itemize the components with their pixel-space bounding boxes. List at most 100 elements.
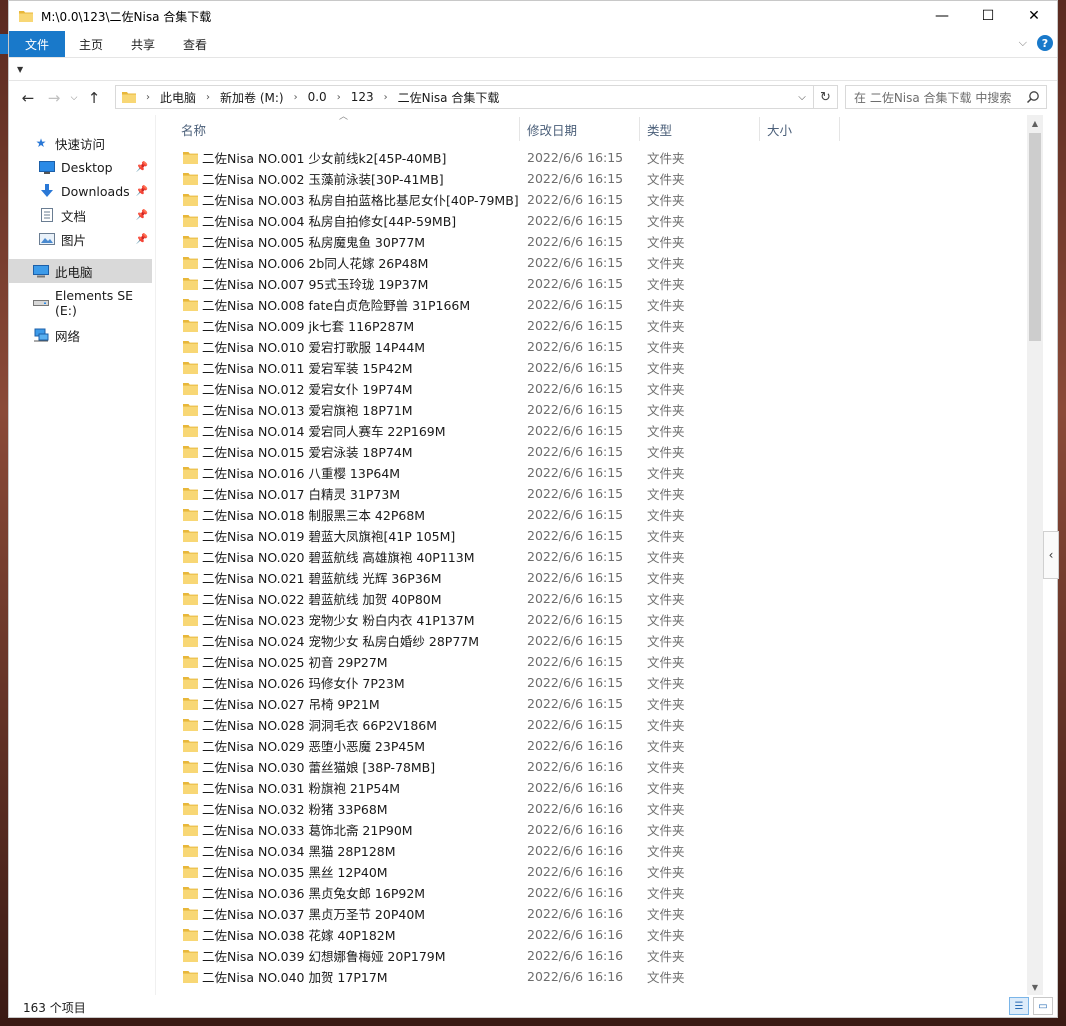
file-type: 文件夹 [647,949,685,964]
nav-item-label: 图片 [61,232,87,248]
breadcrumb-this-pc[interactable]: 此电脑 [160,89,196,106]
chevron-left-icon[interactable]: ‹ [1043,531,1059,579]
nav-this-pc[interactable]: 此电脑 [9,259,152,283]
search-input[interactable]: 在 二佐Nisa 合集下载 中搜索 [845,85,1047,109]
table-row[interactable]: 二佐Nisa NO.003 私房自拍蓝格比基尼女仆[40P-79MB] 2022/… [163,189,1027,210]
table-row[interactable]: 二佐Nisa NO.039 幻想娜鲁梅娅 20P179M 2022/6/6 16:… [163,945,1027,966]
column-header-size[interactable]: 大小 [759,115,792,143]
close-button[interactable]: ✕ [1011,1,1057,31]
large-icons-view-icon[interactable]: ▭ [1033,997,1053,1015]
table-row[interactable]: 二佐Nisa NO.028 洞洞毛衣 66P2V186M 2022/6/6 16:… [163,714,1027,735]
table-row[interactable]: 二佐Nisa NO.005 私房魔鬼鱼 30P77M 2022/6/6 16:15… [163,231,1027,252]
pane-divider[interactable] [155,115,156,995]
table-row[interactable]: 二佐Nisa NO.022 碧蓝航线 加贺 40P80M 2022/6/6 16:… [163,588,1027,609]
table-row[interactable]: 二佐Nisa NO.010 爱宕打歌服 14P44M 2022/6/6 16:15… [163,336,1027,357]
tab-file[interactable]: 文件 [9,31,66,57]
forward-icon[interactable]: → [41,85,67,111]
breadcrumb-separator-icon[interactable]: › [294,92,298,103]
nav-quick-access[interactable]: ★ 快速访问 [9,131,152,155]
breadcrumb-separator-icon[interactable]: › [206,92,210,103]
breadcrumb-drive[interactable]: 新加卷 (M:) [220,89,284,106]
expand-ribbon-icon[interactable]: ⌵ [1019,36,1027,50]
breadcrumb-folder-123[interactable]: 123 [351,90,374,104]
table-row[interactable]: 二佐Nisa NO.023 宠物少女 粉白内衣 41P137M 2022/6/6 … [163,609,1027,630]
minimize-button[interactable]: — [919,1,965,31]
table-row[interactable]: 二佐Nisa NO.037 黑贞万圣节 20P40M 2022/6/6 16:16… [163,903,1027,924]
table-row[interactable]: 二佐Nisa NO.012 爱宕女仆 19P74M 2022/6/6 16:15 文… [163,378,1027,399]
nav-item-documents[interactable]: 文档 📌 [9,203,152,227]
up-icon[interactable]: ↑ [81,85,107,111]
scroll-down-icon[interactable]: ▼ [1027,979,1043,995]
table-row[interactable]: 二佐Nisa NO.036 黑贞兔女郎 16P92M 2022/6/6 16:16… [163,882,1027,903]
column-header-type[interactable]: 类型 [639,115,672,143]
table-row[interactable]: 二佐Nisa NO.034 黑猫 28P128M 2022/6/6 16:16 文件… [163,840,1027,861]
scrollbar-thumb[interactable] [1029,133,1041,341]
help-icon[interactable]: ? [1037,35,1053,51]
table-row[interactable]: 二佐Nisa NO.006 2b同人花嫁 26P48M 2022/6/6 16:1… [163,252,1027,273]
address-bar[interactable]: › 此电脑 › 新加卷 (M:) › 0.0 › 123 › 二佐Nisa 合集… [115,85,838,109]
breadcrumb-current-folder[interactable]: 二佐Nisa 合集下载 [398,89,500,106]
window-title: M:\0.0\123\二佐Nisa 合集下载 [41,9,212,24]
table-row[interactable]: 二佐Nisa NO.016 八重樱 13P64M 2022/6/6 16:15 文件… [163,462,1027,483]
nav-item-desktop[interactable]: Desktop 📌 [9,155,152,179]
address-dropdown-icon[interactable]: ⌵ [793,86,811,108]
vertical-scrollbar[interactable]: ▲ ▼ [1027,115,1043,995]
table-row[interactable]: 二佐Nisa NO.035 黑丝 12P40M 2022/6/6 16:16 文件夹 [163,861,1027,882]
table-row[interactable]: 二佐Nisa NO.033 葛饰北斋 21P90M 2022/6/6 16:16 文… [163,819,1027,840]
folder-icon [183,487,198,500]
table-row[interactable]: 二佐Nisa NO.027 吊椅 9P21M 2022/6/6 16:15 文件夹 [163,693,1027,714]
table-row[interactable]: 二佐Nisa NO.018 制服黑三本 42P68M 2022/6/6 16:15… [163,504,1027,525]
table-row[interactable]: 二佐Nisa NO.015 爱宕泳装 18P74M 2022/6/6 16:15 文… [163,441,1027,462]
back-icon[interactable]: ← [15,85,41,111]
search-icon[interactable] [1026,90,1040,104]
file-date: 2022/6/6 16:15 [527,528,624,543]
table-row[interactable]: 二佐Nisa NO.004 私房自拍修女[44P-59MB] 2022/6/6 1… [163,210,1027,231]
table-row[interactable]: 二佐Nisa NO.021 碧蓝航线 光辉 36P36M 2022/6/6 16:… [163,567,1027,588]
column-header-name[interactable]: 名称 [173,115,206,143]
column-divider[interactable] [839,117,840,141]
file-type: 文件夹 [647,214,685,229]
details-view-icon[interactable]: ☰ [1009,997,1029,1015]
pin-icon[interactable]: 📌 [136,234,148,245]
scroll-up-icon[interactable]: ▲ [1027,115,1043,131]
column-header-date[interactable]: 修改日期 [519,115,577,143]
table-row[interactable]: 二佐Nisa NO.008 fate白贞危险野兽 31P166M 2022/6/6… [163,294,1027,315]
table-row[interactable]: 二佐Nisa NO.024 宠物少女 私房白婚纱 28P77M 2022/6/6 … [163,630,1027,651]
customize-toolbar-icon[interactable]: ▼ [17,65,23,74]
refresh-icon[interactable]: ↻ [813,86,837,108]
table-row[interactable]: 二佐Nisa NO.019 碧蓝大凤旗袍[41P 105M] 2022/6/6 1… [163,525,1027,546]
table-row[interactable]: 二佐Nisa NO.032 粉猪 33P68M 2022/6/6 16:16 文件夹 [163,798,1027,819]
table-row[interactable]: 二佐Nisa NO.020 碧蓝航线 高雄旗袍 40P113M 2022/6/6 … [163,546,1027,567]
pin-icon[interactable]: 📌 [136,186,148,197]
nav-item-pictures[interactable]: 图片 📌 [9,227,152,251]
maximize-button[interactable]: ☐ [965,1,1011,31]
table-row[interactable]: 二佐Nisa NO.002 玉藻前泳装[30P-41MB] 2022/6/6 16… [163,168,1027,189]
table-row[interactable]: 二佐Nisa NO.001 少女前线k2[45P-40MB] 2022/6/6 1… [163,147,1027,168]
table-row[interactable]: 二佐Nisa NO.038 花嫁 40P182M 2022/6/6 16:16 文件… [163,924,1027,945]
table-row[interactable]: 二佐Nisa NO.025 初音 29P27M 2022/6/6 16:15 文件夹 [163,651,1027,672]
table-row[interactable]: 二佐Nisa NO.017 白精灵 31P73M 2022/6/6 16:15 文件… [163,483,1027,504]
nav-item-downloads[interactable]: Downloads 📌 [9,179,152,203]
table-row[interactable]: 二佐Nisa NO.009 jk七套 116P287M 2022/6/6 16:1… [163,315,1027,336]
table-row[interactable]: 二佐Nisa NO.013 爱宕旗袍 18P71M 2022/6/6 16:15 文… [163,399,1027,420]
table-row[interactable]: 二佐Nisa NO.029 恶堕小恶魔 23P45M 2022/6/6 16:16… [163,735,1027,756]
nav-drive-e[interactable]: Elements SE (E:) [9,288,152,318]
breadcrumb-separator-icon[interactable]: › [146,92,150,103]
table-row[interactable]: 二佐Nisa NO.011 爱宕军装 15P42M 2022/6/6 16:15 文… [163,357,1027,378]
breadcrumb-folder-0-0[interactable]: 0.0 [308,90,327,104]
table-row[interactable]: 二佐Nisa NO.007 95式玉玲珑 19P37M 2022/6/6 16:1… [163,273,1027,294]
pin-icon[interactable]: 📌 [136,162,148,173]
tab-share[interactable]: 共享 [117,31,169,57]
tab-view[interactable]: 查看 [169,31,221,57]
pin-icon[interactable]: 📌 [136,210,148,221]
table-row[interactable]: 二佐Nisa NO.026 玛修女仆 7P23M 2022/6/6 16:15 文件… [163,672,1027,693]
table-row[interactable]: 二佐Nisa NO.040 加贺 17P17M 2022/6/6 16:16 文件夹 [163,966,1027,987]
breadcrumb-separator-icon[interactable]: › [384,92,388,103]
breadcrumb-separator-icon[interactable]: › [337,92,341,103]
nav-network[interactable]: 网络 [9,323,152,347]
tab-home[interactable]: 主页 [65,31,117,57]
table-row[interactable]: 二佐Nisa NO.014 爱宕同人赛车 22P169M 2022/6/6 16:… [163,420,1027,441]
table-row[interactable]: 二佐Nisa NO.030 蕾丝猫娘 [38P-78MB] 2022/6/6 16… [163,756,1027,777]
table-row[interactable]: 二佐Nisa NO.031 粉旗袍 21P54M 2022/6/6 16:16 文件… [163,777,1027,798]
recent-locations-icon[interactable]: ⌵ [67,85,81,111]
